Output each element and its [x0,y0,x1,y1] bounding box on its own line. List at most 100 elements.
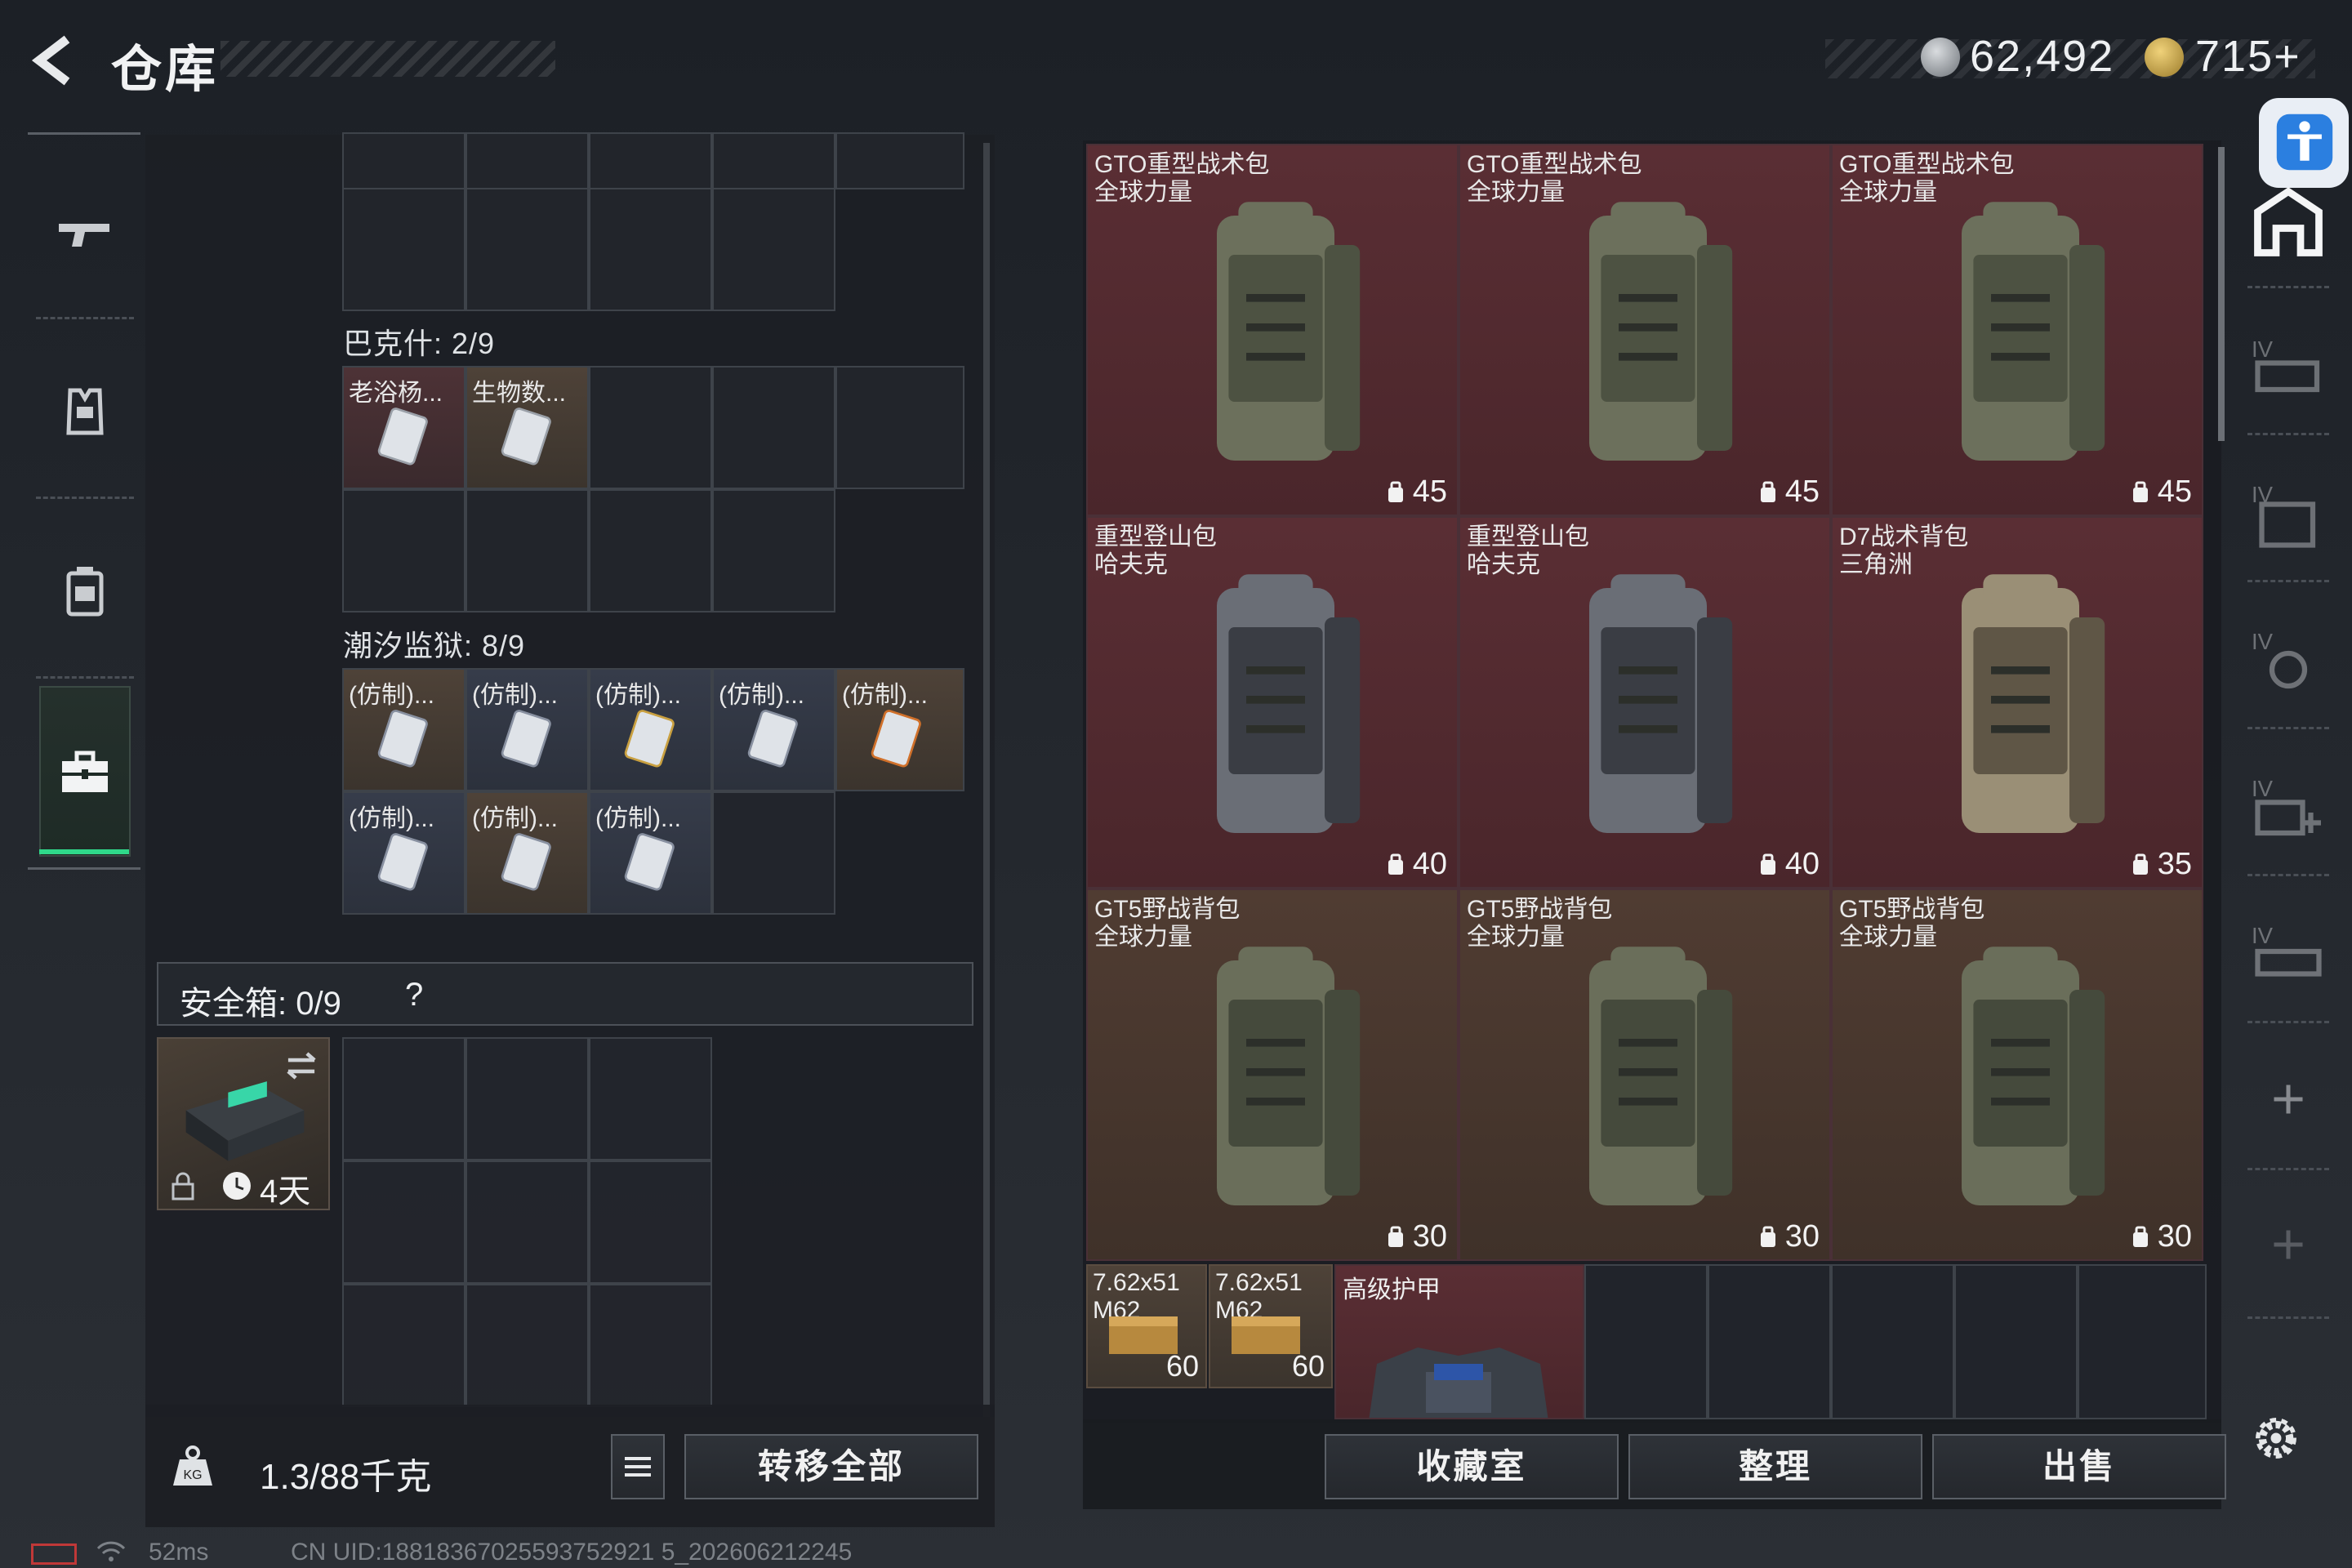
armor-card[interactable]: 高级护甲 [1334,1264,1584,1419]
nav-divider [36,317,134,319]
section-label-prison: 潮汐监狱: 8/9 [343,629,526,662]
safe-slot[interactable] [342,1160,466,1284]
item-card[interactable]: (仿制)... [589,791,712,915]
safe-slot[interactable] [466,1160,589,1284]
backpack-card[interactable]: GT5野战背包 全球力量 30 [1459,889,1831,1261]
backpack-nav-icon[interactable] [52,559,118,624]
backpack-card[interactable]: 重型登山包 哈夫克 40 [1459,516,1831,889]
grid-slot[interactable] [1831,1264,1954,1419]
item-card[interactable]: (仿制)... [342,791,466,915]
storage-tier-icon[interactable]: IV [2247,915,2329,996]
grid-slot[interactable] [466,132,589,189]
transfer-all-button[interactable]: 转移全部 [684,1434,978,1499]
backpack-card[interactable]: GTO重型战术包 全球力量 45 [1086,144,1459,516]
backpack-card[interactable]: GT5野战背包 全球力量 30 [1831,889,2203,1261]
clock-icon [223,1172,251,1200]
safe-slot[interactable] [342,1037,466,1160]
vest-icon[interactable] [52,379,118,444]
grid-slot[interactable] [466,489,589,612]
backpack-name: GTO重型战术包 [1467,151,1642,178]
backpack-card[interactable]: GTO重型战术包 全球力量 45 [1459,144,1831,516]
nav-top-line [28,132,140,135]
safe-slot[interactable] [589,1160,712,1284]
grid-slot[interactable] [2078,1264,2207,1419]
add-storage-icon[interactable] [2247,1058,2329,1140]
organize-button[interactable]: 整理 [1628,1434,1922,1499]
svg-text:IV: IV [2252,629,2274,654]
back-arrow-icon[interactable] [24,31,83,90]
backpack-name: GT5野战背包 [1467,896,1613,923]
collection-room-button[interactable]: 收藏室 [1325,1434,1619,1499]
safe-slot[interactable] [589,1037,712,1160]
item-card[interactable]: (仿制)... [589,668,712,791]
backpack-card[interactable]: GTO重型战术包 全球力量 45 [1831,144,2203,516]
storage-tier-icon[interactable]: IV [2247,621,2329,702]
item-card[interactable]: (仿制)... [712,668,835,791]
grid-slot[interactable] [1954,1264,2078,1419]
gun-icon[interactable] [52,199,118,265]
document-item-icon [871,710,921,768]
grid-slot[interactable] [466,188,589,311]
backpack-card[interactable]: 重型登山包 哈夫克 40 [1086,516,1459,889]
backpack-name: GTO重型战术包 [1094,151,1270,178]
backpack-capacity: 45 [1383,474,1447,510]
list-view-button[interactable] [611,1434,665,1499]
status-battery-icon [31,1544,77,1565]
backpack-icon [1589,574,1733,833]
swap-icon[interactable] [283,1047,320,1085]
grid-slot[interactable] [589,188,712,311]
backpack-card[interactable]: D7战术背包 三角洲 35 [1831,516,2203,889]
currency-gold[interactable]: 715+ [2195,31,2301,82]
accessibility-button[interactable] [2259,98,2349,188]
safe-slot[interactable] [466,1284,589,1407]
item-card[interactable]: 老浴杨... [342,366,466,489]
capacity-value: 45 [1412,474,1447,509]
ammo-card[interactable]: 7.62x51 M62 60 [1209,1264,1333,1388]
capacity-value: 40 [1412,847,1447,881]
grid-slot[interactable] [835,132,964,189]
grid-slot[interactable] [835,366,964,489]
safe-box-container[interactable]: 4天 [157,1037,330,1210]
grid-slot[interactable] [712,132,835,189]
safe-slot[interactable] [466,1037,589,1160]
left-scrollbar[interactable] [983,143,990,1417]
grid-slot[interactable] [712,489,835,612]
backpack-brand: 全球力量 [1839,924,1937,951]
document-item-icon [501,408,551,466]
grid-slot[interactable] [1708,1264,1831,1419]
sell-button[interactable]: 出售 [1932,1434,2226,1499]
storage-tier-icon[interactable]: IV [2247,768,2329,849]
grid-slot[interactable] [342,188,466,311]
safe-box-timer: 4天 [260,1174,311,1209]
grid-slot[interactable] [342,132,466,189]
grid-slot[interactable] [712,188,835,311]
safe-slot[interactable] [342,1284,466,1407]
add-storage-icon[interactable] [2247,1204,2329,1285]
grid-slot[interactable] [589,366,712,489]
top-bar: 仓库 62,492 715+ [0,0,2352,122]
storage-tier-icon[interactable]: IV [2247,474,2329,555]
armor-icon [1369,1348,1548,1418]
right-nav-divider [2247,433,2329,435]
right-nav-divider [2247,1168,2329,1170]
item-card[interactable]: (仿制)... [342,668,466,791]
grid-slot[interactable] [1584,1264,1708,1419]
storage-tier-icon[interactable]: IV [2247,328,2329,410]
backpack-card[interactable]: GT5野战背包 全球力量 30 [1086,889,1459,1261]
safe-slot[interactable] [589,1284,712,1407]
right-scrollbar[interactable] [2218,147,2225,441]
document-item-icon [624,710,675,768]
item-card[interactable]: 生物数... [466,366,589,489]
settings-icon[interactable] [2246,1408,2306,1468]
ammo-card[interactable]: 7.62x51 M62 60 [1086,1264,1207,1388]
grid-slot[interactable] [712,791,835,915]
item-card[interactable]: (仿制)... [466,668,589,791]
item-card[interactable]: (仿制)... [466,791,589,915]
grid-slot[interactable] [589,489,712,612]
grid-slot[interactable] [712,366,835,489]
grid-slot[interactable] [589,132,712,189]
grid-slot[interactable] [342,489,466,612]
home-icon[interactable] [2247,181,2329,263]
safe-box-help[interactable]: ? [405,977,423,1013]
item-card[interactable]: (仿制)... [835,668,964,791]
